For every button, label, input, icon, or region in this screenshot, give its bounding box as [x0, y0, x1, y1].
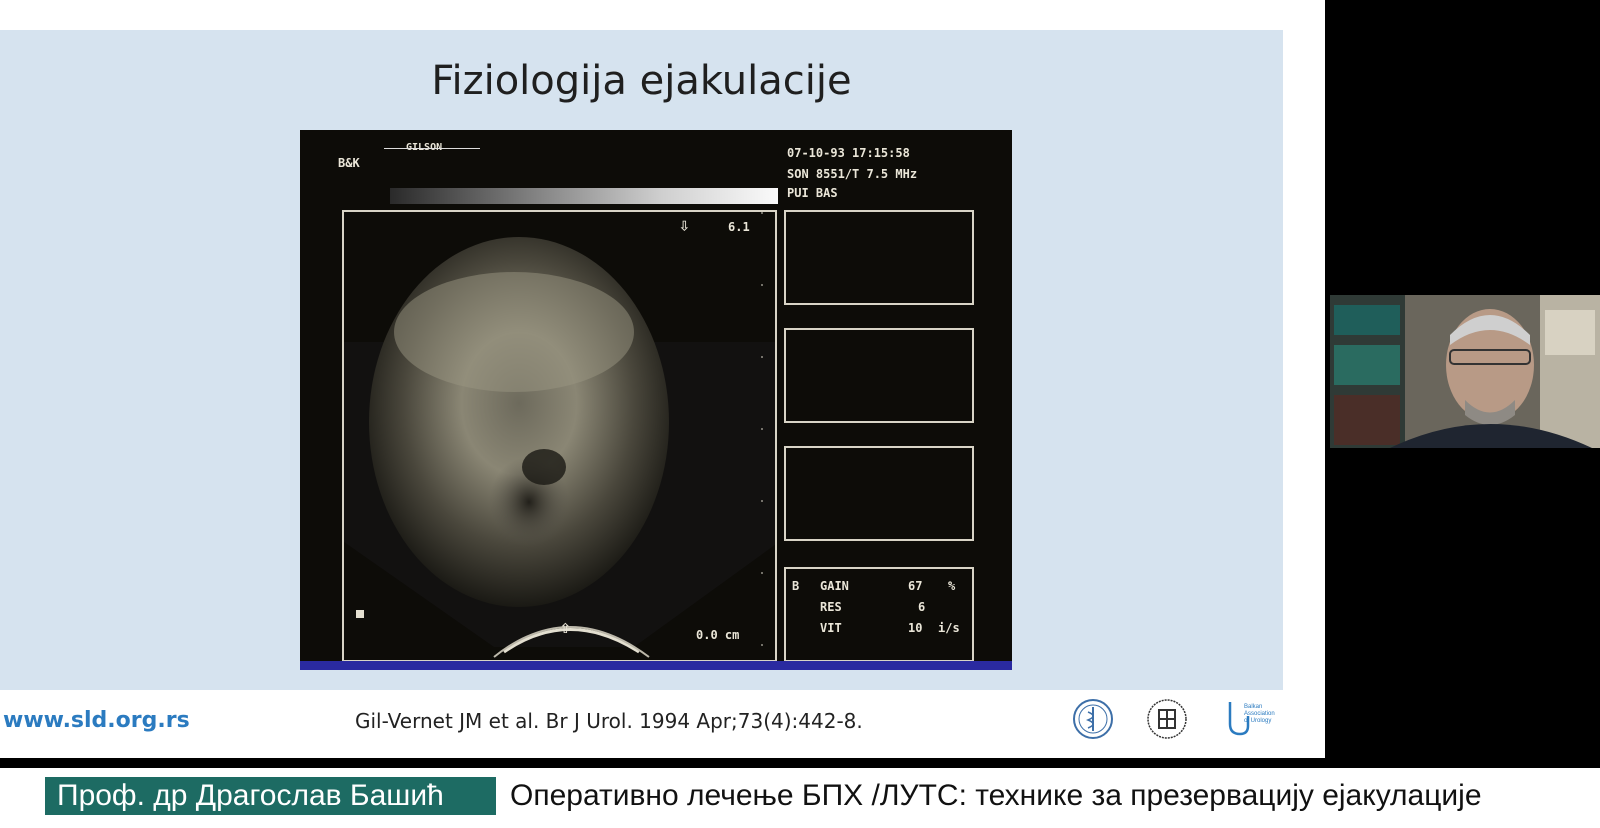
grayscale-bar — [390, 188, 778, 204]
ultrasound-brand: B&K — [338, 156, 360, 170]
scan-viewport: ⇩ 6.1 ⇧ 0.0 cm — [342, 210, 777, 662]
balkan-association-of-urology-logo: Balkan Association of Urology — [1228, 702, 1275, 736]
slide-body: Fiziologija ejakulacije GILSON B&K 07-10… — [0, 30, 1283, 690]
serbian-medical-society-logo — [1073, 699, 1113, 739]
param-name: RES — [820, 600, 842, 614]
svg-text:of Urology: of Urology — [1244, 718, 1271, 724]
side-panel-2 — [784, 328, 974, 423]
svg-text:Balkan: Balkan — [1244, 704, 1262, 710]
side-panel-3 — [784, 446, 974, 541]
ultrasound-bottom-strip — [300, 661, 1012, 670]
operator-underline — [384, 148, 480, 149]
params-panel: B GAIN 67 % RES 6 VIT 10 i/s — [784, 567, 974, 662]
sonogram — [344, 212, 775, 660]
footer-url: www.sld.org.rs — [3, 708, 190, 733]
depth-bottom-label: 0.0 cm — [696, 628, 740, 642]
arrow-up-icon: ⇧ — [560, 617, 571, 638]
param-name: GAIN — [820, 579, 849, 593]
depth-top-label: 6.1 — [728, 220, 750, 234]
ultrasound-mode: PUI BAS — [787, 186, 838, 200]
ultrasound-image: GILSON B&K 07-10-93 17:15:58 SON 8551/T … — [300, 130, 1012, 670]
ultrasound-probe: SON 8551/T 7.5 MHz — [787, 167, 918, 181]
slide-title: Fiziologija ejakulacije — [431, 58, 852, 104]
param-value: 67 — [908, 579, 923, 593]
svg-text:Association: Association — [1244, 711, 1275, 717]
param-value: 6 — [918, 600, 926, 614]
side-panel-1 — [784, 210, 974, 305]
presenter-name: Проф. др Драгослав Башић — [45, 777, 496, 815]
param-unit: i/s — [938, 621, 960, 635]
presentation-slide: Fiziologija ejakulacije GILSON B&K 07-10… — [0, 0, 1325, 758]
param-key: B — [792, 579, 800, 593]
association-crest-logo — [1147, 699, 1187, 739]
presenter-video — [1330, 295, 1600, 448]
lower-third-banner: Проф. др Драгослав Башић Оперативно лече… — [0, 768, 1600, 828]
presenter-camera-feed — [1330, 295, 1600, 448]
citation: Gil-Vernet JM et al. Br J Urol. 1994 Apr… — [355, 709, 863, 733]
param-value: 10 — [908, 621, 923, 635]
talk-title: Оперативно лечење БПХ /ЛУТС: технике за … — [510, 779, 1482, 812]
ultrasound-datetime: 07-10-93 17:15:58 — [787, 146, 910, 160]
arrow-down-icon: ⇩ — [679, 215, 690, 236]
param-unit: % — [948, 579, 956, 593]
param-name: VIT — [820, 621, 842, 635]
